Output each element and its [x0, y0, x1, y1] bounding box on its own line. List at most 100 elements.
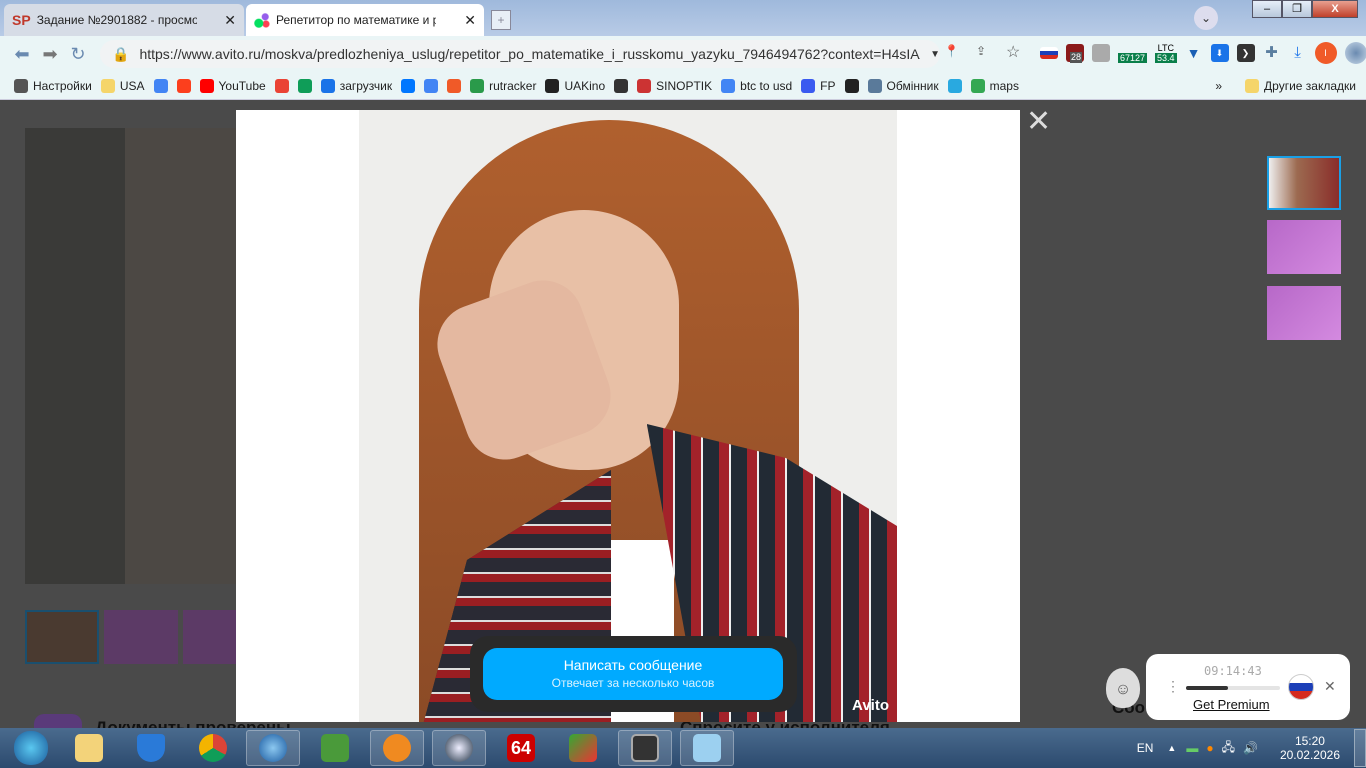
bookmark-drive[interactable] [297, 78, 312, 93]
reload-icon[interactable]: ↻ [64, 44, 92, 65]
notepad-icon[interactable] [680, 730, 734, 766]
minimize-button[interactable]: – [1252, 0, 1282, 18]
puzzle-icon[interactable]: ✚ [1263, 44, 1281, 62]
task-monitor-icon[interactable] [618, 730, 672, 766]
yandex-icon [176, 78, 191, 93]
close-gallery-icon[interactable]: ✕ [1026, 107, 1051, 137]
bookmark-обмінник[interactable]: Обмінник [867, 78, 939, 93]
wise-care-icon[interactable] [124, 730, 178, 766]
translate-icon [424, 78, 439, 93]
get-premium-link[interactable]: Get Premium [1193, 697, 1270, 712]
language-indicator[interactable]: EN [1137, 741, 1154, 755]
toolbar: ⬅ ➡ ↻ 🔒 https://www.avito.ru/moskva/pred… [0, 36, 1366, 72]
show-desktop-button[interactable] [1354, 729, 1366, 767]
badge-count: 28 [1070, 52, 1083, 63]
bookmark-usa[interactable]: USA [100, 78, 145, 93]
gear-icon [14, 78, 28, 93]
close-popup-icon[interactable]: ✕ [1324, 678, 1336, 695]
network-icon[interactable]: 🖧 [1222, 738, 1235, 759]
close-tab-icon[interactable]: ✕ [464, 12, 476, 29]
bookmark-chess[interactable] [614, 78, 629, 93]
other-bookmarks[interactable]: Другие закладки [1245, 78, 1356, 93]
start-button[interactable] [4, 730, 58, 766]
close-window-button[interactable]: X [1312, 0, 1358, 18]
tab-title: Репетитор по математике и русс [276, 13, 436, 27]
page-overlay[interactable]: Документы проверены Спросите у исполните… [0, 100, 1366, 728]
media-player-icon[interactable] [370, 730, 424, 766]
bookmark-fp[interactable]: FP [801, 78, 836, 93]
diamond-icon[interactable]: ▼ [1185, 44, 1203, 62]
location-blocked-icon[interactable]: 📍 [944, 44, 959, 58]
clock-app-icon[interactable] [432, 730, 486, 766]
tab-zadanie[interactable]: SP Задание №2901882 - просмотр з ✕ [4, 4, 244, 36]
bookmark-vk[interactable] [401, 78, 416, 93]
menu-dots-icon[interactable]: ⋮ [1166, 678, 1180, 695]
thermometer-icon [637, 78, 652, 93]
bookmark-gmail[interactable] [274, 78, 289, 93]
tab-search-chevron-icon[interactable]: ⌄ [1194, 6, 1218, 30]
extension-icon[interactable] [1092, 44, 1110, 62]
bookmark-btc-to-usd[interactable]: btc to usd [721, 78, 792, 93]
bookmark-google[interactable] [153, 78, 168, 93]
clock[interactable]: 15:20 20.02.2026 [1280, 734, 1340, 762]
share-icon[interactable]: ⇪ [976, 44, 986, 58]
bookmark-maps[interactable]: maps [970, 78, 1019, 93]
bookmark-f[interactable] [447, 78, 462, 93]
close-tab-icon[interactable]: ✕ [224, 12, 236, 29]
profile-avatar[interactable]: I [1314, 42, 1337, 64]
chrome-icon[interactable] [186, 730, 240, 766]
bookmark-translate[interactable] [424, 78, 439, 93]
bookmark-bc[interactable] [844, 78, 859, 93]
write-message-button[interactable]: Написать сообщение Отвечает за несколько… [483, 648, 783, 700]
dropdown-icon[interactable]: ▼ [930, 49, 940, 60]
bookmark-label: Другие закладки [1264, 78, 1356, 93]
back-icon[interactable]: ⬅ [8, 44, 36, 65]
url-text: https://www.avito.ru/moskva/predlozheniy… [139, 46, 921, 62]
bookmark-yandex[interactable] [176, 78, 191, 93]
bookmark-star[interactable] [947, 78, 962, 93]
ram-tool-icon[interactable] [308, 730, 362, 766]
bookmark-rutracker[interactable]: rutracker [470, 78, 537, 93]
date: 20.02.2026 [1279, 748, 1340, 762]
ublock-icon[interactable]: 28 [1066, 44, 1084, 63]
cta-panel: Написать сообщение Отвечает за несколько… [470, 636, 797, 712]
new-tab-button[interactable]: + [491, 10, 511, 30]
dark-ext-icon[interactable]: ❯ [1236, 44, 1255, 62]
gallery-thumb-3[interactable] [1267, 286, 1341, 340]
explorer-icon[interactable] [62, 730, 116, 766]
maximize-button[interactable]: ❐ [1282, 0, 1312, 18]
settings-globe-icon[interactable] [1344, 42, 1366, 64]
folder-icon [100, 78, 115, 93]
bookmark-загрузчик[interactable]: загрузчик [320, 78, 392, 93]
forward-icon[interactable]: ➡ [36, 44, 64, 65]
gallery-thumb-2[interactable] [1267, 220, 1341, 274]
russia-flag-icon[interactable] [1040, 47, 1058, 59]
bookmark-youtube[interactable]: YouTube [199, 78, 266, 93]
address-bar[interactable]: 🔒 https://www.avito.ru/moskva/predlozhen… [100, 40, 940, 68]
app-icon[interactable] [556, 730, 610, 766]
bookmark-star-icon[interactable]: ☆ [1006, 42, 1020, 62]
ram-tray-icon[interactable]: ▬ [1186, 741, 1198, 755]
vpn-flame-icon[interactable]: ☺ [1106, 668, 1140, 708]
bookmark-label: UAKino [564, 78, 606, 93]
listing-photo[interactable]: Avito [359, 110, 897, 722]
download-ext-icon[interactable]: ⬇ [1210, 44, 1229, 62]
more-bookmarks-icon[interactable]: » [1215, 79, 1222, 93]
russia-flag-icon[interactable] [1288, 674, 1314, 700]
bookmark-настройки[interactable]: Настройки [14, 78, 92, 93]
downloads-icon[interactable]: ⤓ [1289, 44, 1307, 62]
volume-icon[interactable]: 🔊 [1243, 741, 1258, 755]
background-tab[interactable] [530, 8, 710, 30]
ltc-price[interactable]: 53.4 [1155, 53, 1177, 63]
bookmark-uakino[interactable]: UAKino [545, 78, 606, 93]
avast-tray-icon[interactable]: ● [1206, 741, 1213, 755]
tab-avito[interactable]: Репетитор по математике и русс ✕ [246, 4, 484, 36]
browser-globe-icon[interactable] [246, 730, 300, 766]
bookmark-label: rutracker [489, 78, 537, 93]
bookmark-sinoptik[interactable]: SINOPTIK [637, 78, 712, 93]
gallery-thumb-1[interactable] [1267, 156, 1341, 210]
show-hidden-icons[interactable]: ▲ [1167, 743, 1176, 753]
aida64-icon[interactable]: 64 [494, 730, 548, 766]
btc-price[interactable]: 67127 [1118, 53, 1148, 63]
google-icon [721, 78, 736, 93]
